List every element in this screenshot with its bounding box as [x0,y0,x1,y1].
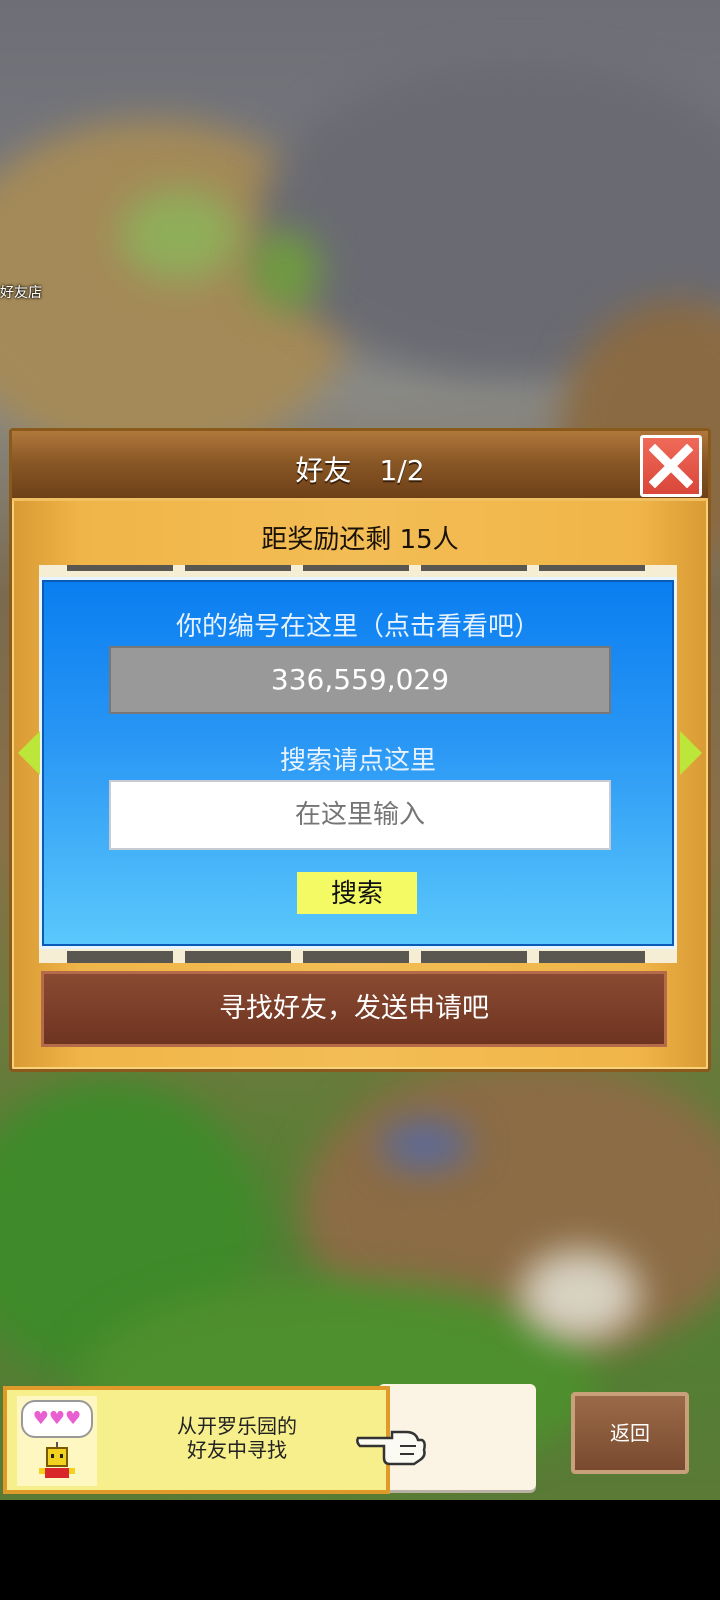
friend-dialog: 好友 1/2 距奖励还剩 15人 你的编号在这里（点击看看吧） 336,559,0… [9,428,711,1072]
chevron-left-icon[interactable] [18,731,40,775]
friend-shop-label: 好友店 [0,285,42,301]
player-id-field[interactable]: 336,559,029 [109,646,611,714]
kairobot-icon [39,1442,75,1478]
pointing-hand-icon [356,1430,426,1466]
reward-remaining-text: 距奖励还剩 15人 [261,525,459,555]
search-label: 搜索请点这里 [279,746,436,776]
banner-text: 从开罗乐园的 好友中寻找 [157,1414,317,1462]
film-frame: 你的编号在这里（点击看看吧） 336,559,029 搜索请点这里 搜索 [39,565,677,963]
close-icon [649,444,693,488]
search-button[interactable]: 搜索 [297,872,417,914]
find-friends-button[interactable]: 寻找好友，发送申请吧 [41,971,667,1047]
search-input[interactable] [109,780,611,850]
film-holes-bottom [39,949,677,963]
back-button[interactable]: 返回 [571,1392,689,1474]
avatar: ♥♥♥ [17,1396,97,1486]
banner-line-1: 从开罗乐园的 [177,1414,297,1438]
id-label: 你的编号在这里（点击看看吧） [175,612,540,642]
dialog-title-text: 好友 [295,454,352,487]
close-button[interactable] [640,435,702,497]
banner-line-2: 好友中寻找 [187,1438,287,1462]
hearts-icon: ♥♥♥ [21,1400,93,1438]
chevron-right-icon[interactable] [680,731,702,775]
dialog-title: 好友 1/2 [12,449,708,489]
kairo-park-friends-banner[interactable]: ♥♥♥ 从开罗乐园的 好友中寻找 [3,1386,390,1494]
dialog-header: 好友 1/2 [12,431,708,501]
page-indicator: 1/2 [379,454,425,487]
friend-id-panel: 你的编号在这里（点击看看吧） 336,559,029 搜索请点这里 搜索 [39,577,677,949]
